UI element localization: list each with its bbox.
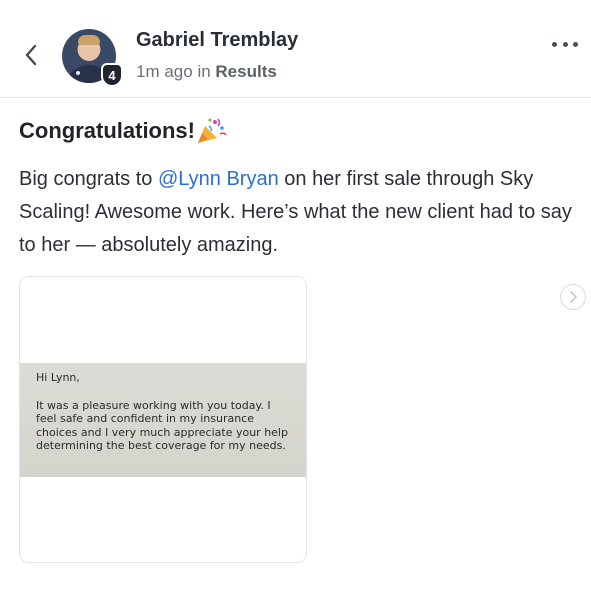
post-detail-screen: 4 Gabriel Tremblay 1m ago in Results Con… <box>0 0 591 593</box>
letter-greeting: Hi Lynn, <box>36 371 80 384</box>
level-badge: 4 <box>101 63 123 87</box>
author-name[interactable]: Gabriel Tremblay <box>136 29 298 52</box>
more-horizontal-icon <box>552 41 557 47</box>
chevron-right-icon <box>570 291 577 303</box>
group-link[interactable]: Results <box>215 62 276 81</box>
timestamp: 1m ago <box>136 62 193 81</box>
party-popper-icon <box>198 118 227 143</box>
image-attachment[interactable]: Hi Lynn, It was a pleasure working with … <box>19 276 307 563</box>
letter-body: It was a pleasure working with you today… <box>36 398 288 453</box>
post-meta: 1m ago in Results <box>136 62 277 82</box>
post-title: Congratulations! <box>19 116 229 146</box>
post-header: 4 Gabriel Tremblay 1m ago in Results <box>0 0 591 98</box>
letter-image: Hi Lynn, It was a pleasure working with … <box>20 363 306 477</box>
back-button[interactable] <box>18 40 44 70</box>
in-label: in <box>197 62 211 81</box>
post-body: Big congrats to @Lynn Bryan on her first… <box>19 163 584 262</box>
post-title-text: Congratulations! <box>19 118 195 143</box>
chevron-left-icon <box>25 44 37 66</box>
next-attachment-button[interactable] <box>560 284 586 310</box>
author-avatar[interactable]: 4 <box>62 29 123 87</box>
more-options-button[interactable] <box>552 34 578 54</box>
post-text-start: Big congrats to <box>19 168 158 190</box>
user-mention-link[interactable]: @Lynn Bryan <box>158 168 279 190</box>
